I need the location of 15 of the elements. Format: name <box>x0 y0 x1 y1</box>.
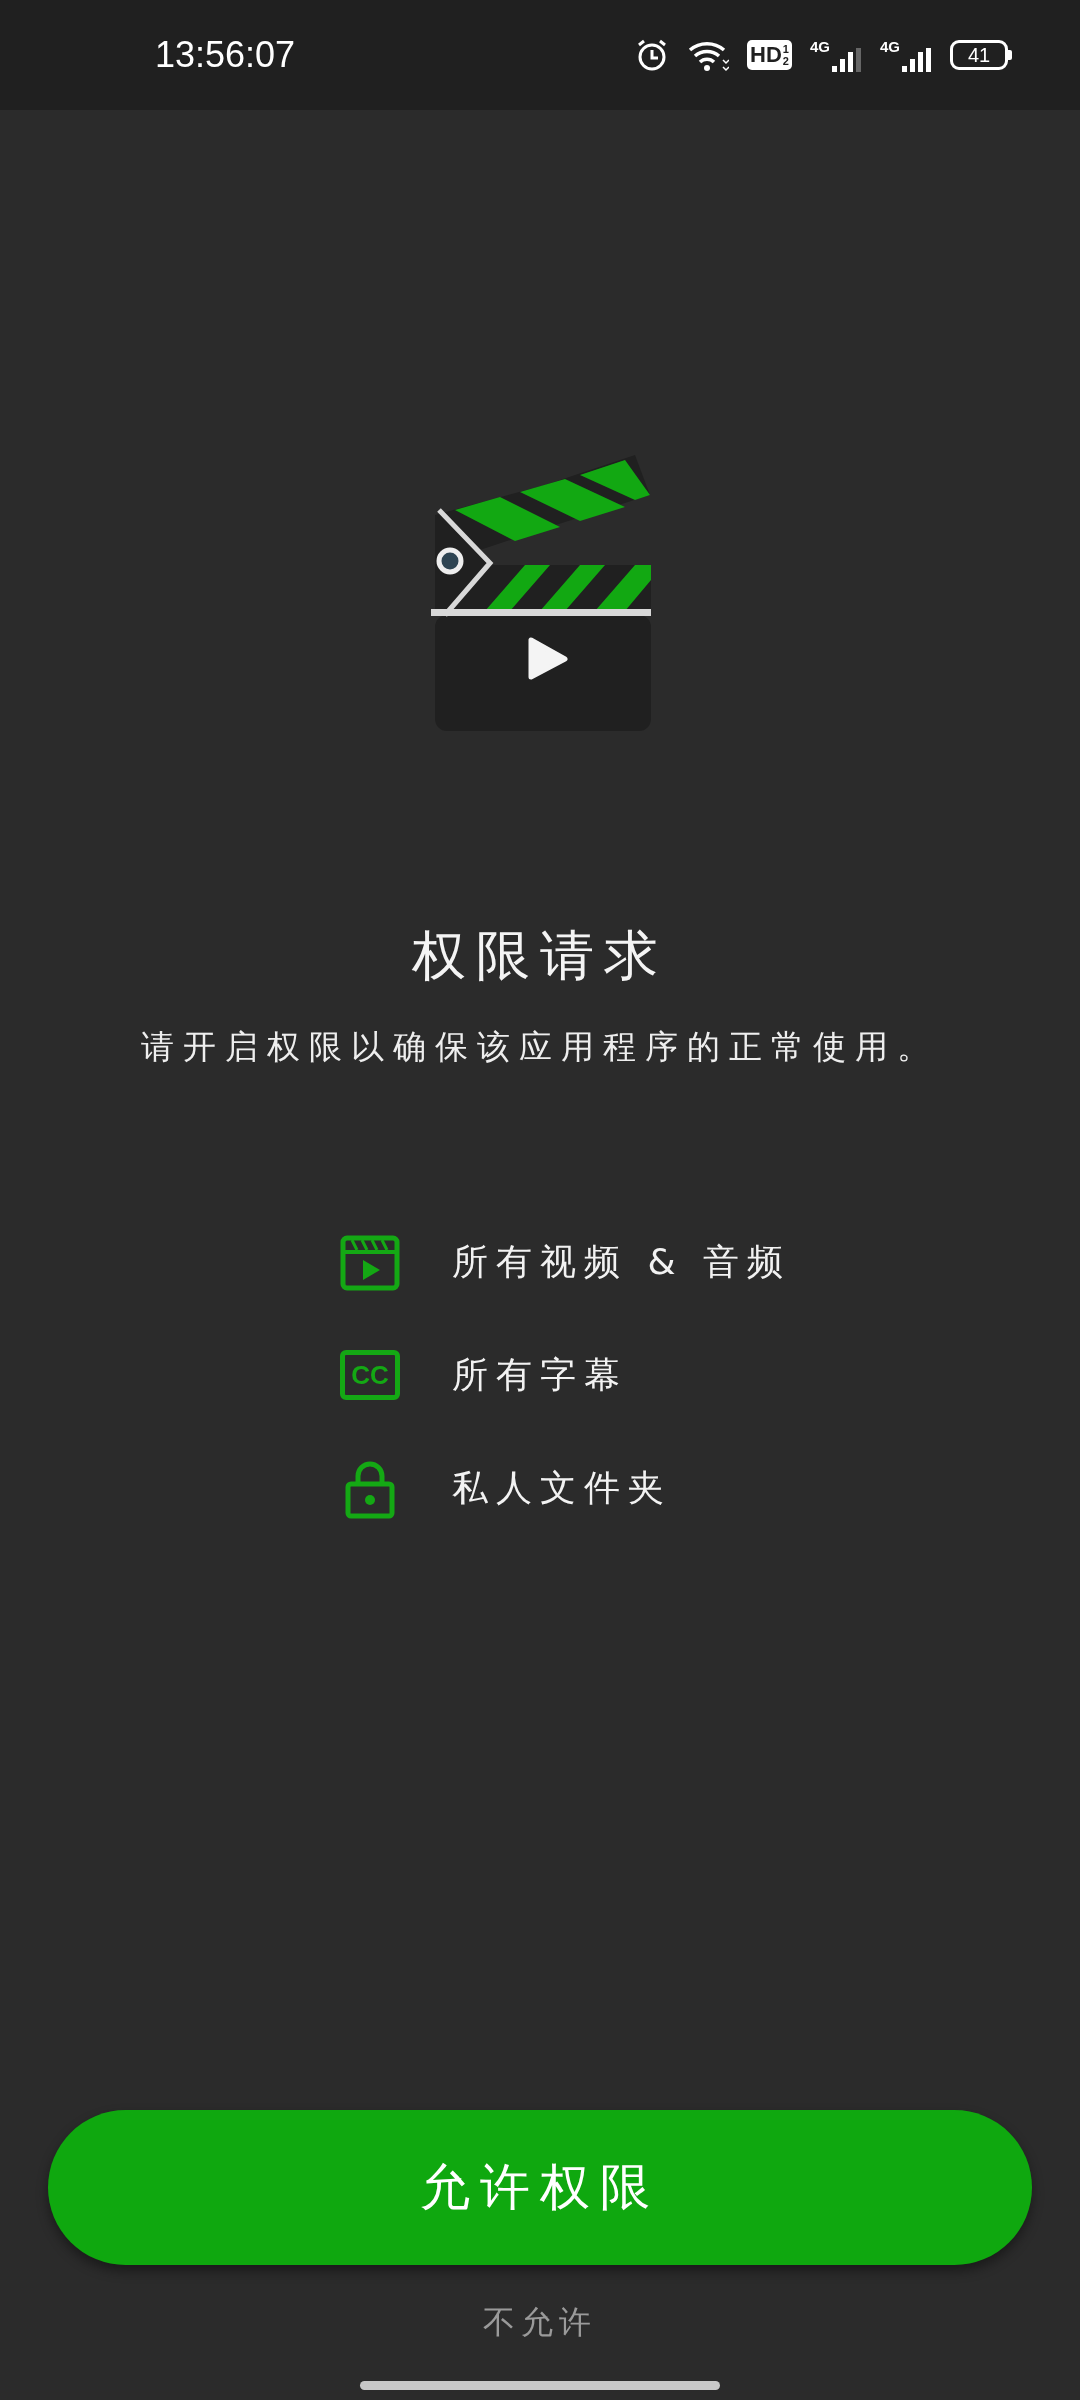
subtitles-icon: CC <box>340 1350 400 1400</box>
battery-level: 41 <box>950 40 1008 70</box>
permission-label: 所有字幕 <box>452 1352 628 1397</box>
permission-label: 私人文件夹 <box>452 1465 672 1510</box>
network-type-label: 4G <box>809 38 830 55</box>
page-title: 权限请求 <box>412 923 668 989</box>
clock-time: 13:56:07 <box>155 34 296 76</box>
signal-icon <box>832 48 862 72</box>
home-indicator[interactable] <box>360 2381 720 2390</box>
network-type-label: 4G <box>880 38 900 55</box>
permission-label: 所有视频 & 音频 <box>452 1239 791 1284</box>
deny-button[interactable]: 不允许 <box>483 2301 597 2345</box>
allow-button[interactable]: 允许权限 <box>48 2110 1032 2265</box>
signal-icon <box>902 48 932 72</box>
description-text: 请开启权限以确保该应用程序的正常使用。 <box>141 1026 939 1068</box>
